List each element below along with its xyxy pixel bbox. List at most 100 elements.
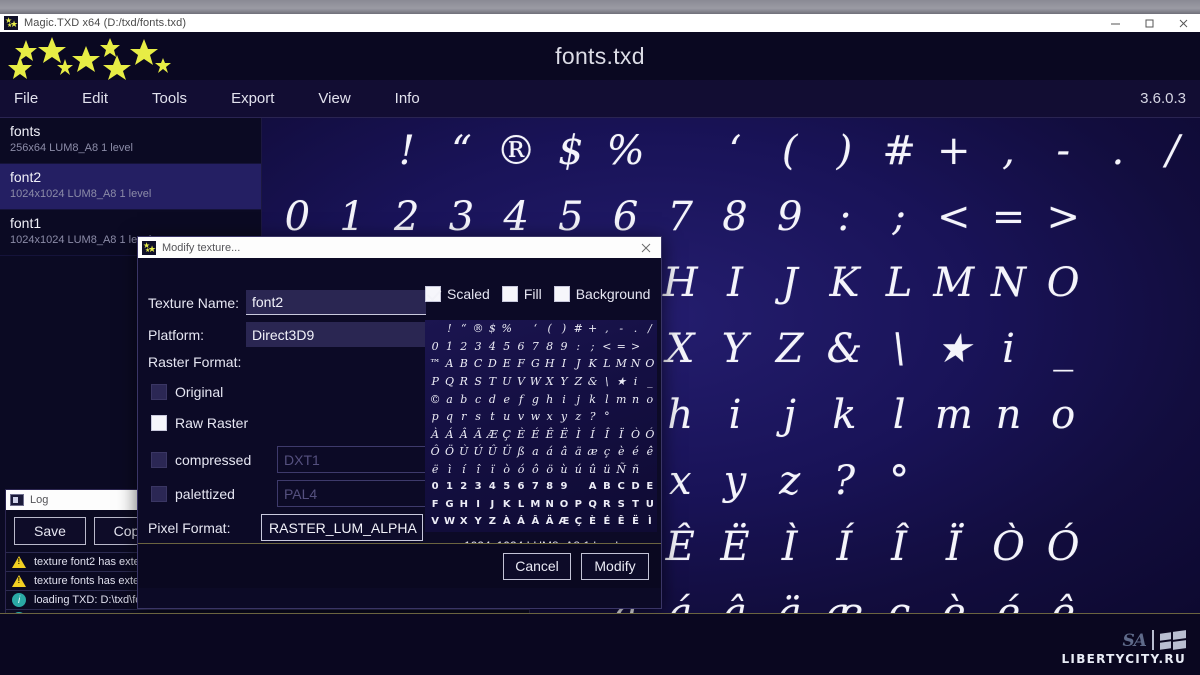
preview-glyph: ® <box>489 131 544 171</box>
warning-icon <box>12 574 26 588</box>
palettized-checkbox-row[interactable]: palettized PAL4 <box>151 480 439 507</box>
preview-glyph: é <box>981 593 1036 613</box>
compressed-format-input[interactable]: DXT1 <box>277 446 439 473</box>
texture-name-input[interactable]: font2 <box>246 290 426 315</box>
menu-item-info[interactable]: Info <box>395 80 420 118</box>
bottom-bar: SA LIBERTYCITY.RU <box>0 613 1200 675</box>
menu-item-file[interactable]: File <box>14 80 38 118</box>
dialog-preview-glyph: 5 <box>500 482 514 492</box>
dialog-preview-row: ëìíîïòóôöùúûüÑñ <box>425 461 657 479</box>
palettized-format-input[interactable]: PAL4 <box>277 480 439 507</box>
dialog-preview-glyph: ! <box>442 323 456 334</box>
dialog-preview-glyph: É <box>528 429 542 440</box>
preview-glyph: ! <box>379 131 434 171</box>
fill-checkbox[interactable] <box>502 286 518 302</box>
dialog-preview-row: 0123456789 ABCDE <box>425 478 657 496</box>
dialog-preview-glyph: Ü <box>500 446 514 457</box>
dialog-preview-glyph: Z <box>571 376 585 387</box>
preview-glyph: n <box>981 395 1036 435</box>
dialog-preview-glyph: ù <box>557 464 571 475</box>
dialog-preview-glyph: á <box>543 446 557 457</box>
dialog-preview-glyph: # <box>571 323 585 334</box>
dialog-preview-row: VWXYZÀÁÂÄÆÇÈÉÊËÌ <box>425 514 657 532</box>
preview-glyph: L <box>872 263 927 303</box>
original-checkbox[interactable] <box>151 384 167 400</box>
dialog-preview-glyph: Q <box>442 376 456 387</box>
watermark-logos: SA <box>1123 630 1186 650</box>
log-save-button[interactable]: Save <box>14 517 86 545</box>
dialog-preview-glyph: 2 <box>457 482 471 492</box>
raw-raster-checkbox-row[interactable]: Raw Raster <box>151 415 248 431</box>
texture-item-name: fonts <box>10 122 251 141</box>
dialog-preview-glyph: ( <box>543 323 557 334</box>
dialog-preview-glyph: P <box>571 500 585 510</box>
dialog-preview-glyph: B <box>600 482 614 492</box>
menu-item-view[interactable]: View <box>318 80 350 118</box>
preview-glyph: ° <box>872 461 927 501</box>
dialog-preview-row: ©abcdefghijklmno <box>425 390 657 408</box>
log-icon <box>10 494 24 506</box>
dialog-preview-glyph: Ä <box>543 517 557 527</box>
dialog-preview-glyph: 3 <box>471 482 485 492</box>
dialog-preview-glyph: c <box>471 394 485 405</box>
dialog-preview-glyph: ò <box>500 464 514 475</box>
compressed-checkbox-row[interactable]: compressed DXT1 <box>151 446 439 473</box>
dialog-preview-glyph: < <box>600 341 614 352</box>
dialog-preview-glyph: R <box>457 376 471 387</box>
dialog-preview-glyph: ï <box>485 464 499 475</box>
texture-list-item[interactable]: font21024x1024 LUM8_A8 1 level <box>0 164 261 210</box>
menu-item-tools[interactable]: Tools <box>152 80 187 118</box>
platform-value: Direct3D9 <box>246 322 426 347</box>
dialog-preview-glyph: 6 <box>514 482 528 492</box>
menu-item-edit[interactable]: Edit <box>82 80 108 118</box>
preview-glyph: 2 <box>379 197 434 237</box>
raw-raster-checkbox[interactable] <box>151 415 167 431</box>
dialog-preview-glyph: X <box>543 376 557 387</box>
raster-format-label: Raster Format: <box>148 354 241 370</box>
dialog-preview-glyph: o <box>643 394 657 405</box>
texture-list-item[interactable]: fonts256x64 LUM8_A8 1 level <box>0 118 261 164</box>
dialog-preview-glyph: R <box>600 500 614 510</box>
palettized-checkbox[interactable] <box>151 486 167 502</box>
compressed-checkbox[interactable] <box>151 452 167 468</box>
dialog-preview-glyph: ° <box>600 411 614 422</box>
dialog-preview-glyph: Ï <box>614 429 628 440</box>
minimize-button[interactable] <box>1098 14 1132 32</box>
dialog-preview-glyph: 0 <box>428 482 442 492</box>
dialog-preview-row: ÍÎÏÒÓÔÖÙÚÛÜßÑ¿& <box>425 531 657 532</box>
dialog-stars-icon: ★ ★ ★ <box>142 241 156 255</box>
scaled-checkbox[interactable] <box>425 286 441 302</box>
preview-glyph: 6 <box>598 197 653 237</box>
dialog-preview-glyph: F <box>428 500 442 510</box>
cancel-button[interactable]: Cancel <box>503 553 571 580</box>
close-button[interactable] <box>1166 14 1200 32</box>
dialog-preview-glyph: g <box>528 394 542 405</box>
watermark: SA LIBERTYCITY.RU <box>1061 630 1186 666</box>
dialog-preview-glyph: a <box>442 394 456 405</box>
preview-glyph: Í <box>817 527 872 567</box>
pixel-format-select[interactable]: RASTER_LUM_ALPHA ▼ <box>261 514 423 541</box>
dialog-preview-glyph: ö <box>543 464 557 475</box>
dialog-preview-glyph: 1 <box>442 482 456 492</box>
dialog-preview-glyph: Ä <box>471 429 485 440</box>
dialog-preview-glyph: / <box>643 323 657 334</box>
dialog-preview-glyph: 9 <box>557 341 571 352</box>
dialog-preview-glyph: Y <box>557 376 571 387</box>
palettized-label: palettized <box>175 486 269 502</box>
original-checkbox-row[interactable]: Original <box>151 384 223 400</box>
fill-label: Fill <box>524 286 542 302</box>
menu-item-export[interactable]: Export <box>231 80 274 118</box>
maximize-button[interactable] <box>1132 14 1166 32</box>
dialog-preview-glyph: Á <box>514 517 528 527</box>
dialog-preview-glyph: è <box>614 446 628 457</box>
raw-raster-label: Raw Raster <box>175 415 248 431</box>
dialog-preview-glyph: K <box>585 358 599 369</box>
preview-glyph: # <box>872 131 927 171</box>
modify-button[interactable]: Modify <box>581 553 649 580</box>
preview-glyph: = <box>981 197 1036 237</box>
windows-flag-icon <box>1160 631 1186 650</box>
dialog-close-icon[interactable] <box>631 237 661 258</box>
window-title-text: Magic.TXD x64 (D:/txd/fonts.txd) <box>24 17 186 29</box>
dialog-preview-glyph: Ñ <box>614 464 628 475</box>
background-checkbox[interactable] <box>554 286 570 302</box>
